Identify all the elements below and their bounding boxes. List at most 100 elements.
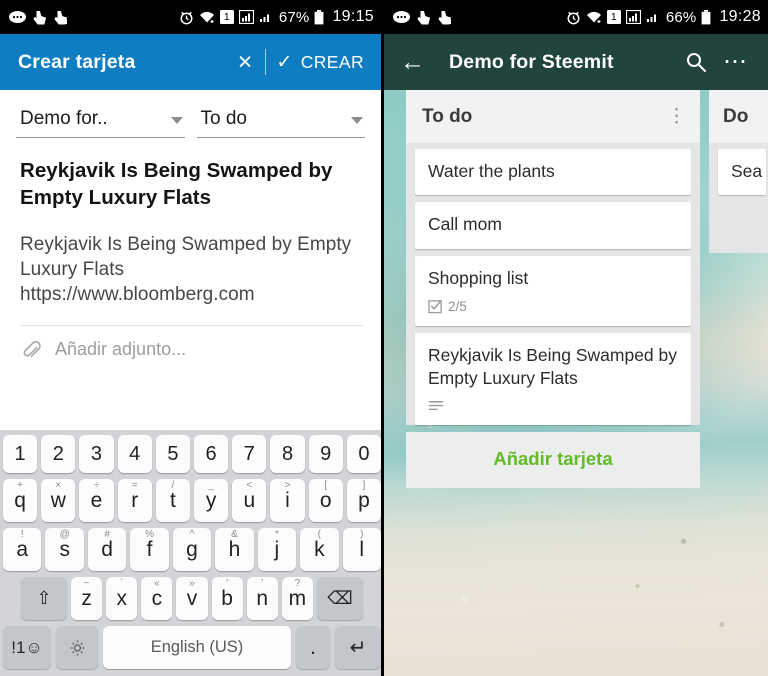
list-cards-container: Sea: [709, 143, 768, 253]
touch-pointer-icon: [417, 10, 431, 25]
key-b[interactable]: ' b: [211, 577, 243, 620]
list-cards-container: Water the plants Call mom Shopping list 2/5…: [406, 143, 700, 426]
key-x[interactable]: ` x: [106, 577, 138, 620]
key-superscript: &: [231, 529, 238, 540]
key-i[interactable]: > i: [270, 479, 305, 522]
symbols-key[interactable]: !1☺: [3, 626, 51, 669]
keyboard-number-row: 1 2 3 4 5 6 7 8 9 0: [2, 435, 381, 473]
description-lines-icon: [428, 399, 444, 413]
list-title: Do: [723, 105, 749, 127]
dual-phone-screenshot: 1 67% 19:15 Crear tarjeta × ✓ CREAR Demo…: [0, 0, 768, 676]
enter-key[interactable]: ↵: [335, 626, 381, 669]
key-superscript: ~: [83, 578, 90, 589]
key-l[interactable]: ) l: [342, 528, 381, 571]
key-label: w: [50, 488, 66, 512]
key-5[interactable]: 5: [155, 435, 190, 473]
key-d[interactable]: # d: [87, 528, 127, 571]
period-key[interactable]: .: [296, 626, 330, 669]
key-z[interactable]: ~ z: [71, 577, 103, 620]
key-superscript: ]: [362, 480, 366, 491]
keyboard-row-zxcv: ⇧ ~ z ` x «c» v ' b’ n? m ⌫: [3, 577, 381, 620]
key-superscript: =: [131, 480, 138, 491]
list-select[interactable]: To do: [196, 108, 365, 138]
key-j[interactable]: * j: [257, 528, 297, 571]
key-k[interactable]: (k: [300, 528, 339, 571]
back-arrow-icon[interactable]: ←: [400, 49, 429, 75]
key-superscript: »: [189, 578, 195, 589]
key-h[interactable]: & h: [215, 528, 254, 571]
key-superscript: %: [145, 529, 155, 540]
key-r[interactable]: = r: [117, 479, 152, 522]
key-p[interactable]: ] p: [346, 479, 381, 522]
key-label: 1: [14, 442, 26, 465]
key-label: q: [14, 488, 26, 512]
backspace-key[interactable]: ⌫: [317, 577, 363, 620]
card-badges: [428, 399, 678, 413]
key-9[interactable]: 9: [308, 435, 343, 473]
key-w[interactable]: × w: [41, 479, 76, 522]
list-title: To do: [422, 105, 473, 127]
board-lists-scroller[interactable]: To do ⋮ Water the plants Call mom Shopping…: [384, 90, 768, 676]
board-select[interactable]: Demo for..: [16, 108, 185, 138]
key-1[interactable]: 1: [2, 435, 38, 473]
list-select-value: To do: [200, 108, 247, 129]
key-e[interactable]: ÷ e: [79, 479, 114, 522]
signal-sim2-icon: [646, 10, 660, 24]
key-label: v: [186, 586, 198, 610]
key-a[interactable]: ! a: [3, 528, 42, 571]
key-label: s: [59, 537, 70, 561]
key-o[interactable]: [o: [308, 479, 343, 522]
shift-key[interactable]: ⇧: [21, 577, 67, 620]
overflow-menu-icon[interactable]: ⋯: [715, 49, 756, 74]
key-c[interactable]: «c: [141, 577, 173, 620]
key-label: i: [285, 488, 290, 512]
key-s[interactable]: @ s: [45, 528, 84, 571]
key-8[interactable]: 8: [270, 435, 305, 473]
key-n[interactable]: ’ n: [246, 577, 278, 620]
list-item[interactable]: Sea: [718, 149, 766, 196]
list-item[interactable]: Shopping list 2/5: [415, 255, 691, 326]
notification-count-badge: 1: [606, 10, 621, 24]
list-item[interactable]: Water the plants: [415, 149, 691, 196]
key-label: 3: [90, 442, 103, 465]
key-superscript: ?: [294, 578, 301, 589]
chevron-down-icon: [170, 117, 183, 124]
key-label: p: [358, 488, 370, 512]
space-key[interactable]: English (US): [103, 626, 291, 669]
signal-sim1-icon: [625, 9, 641, 25]
add-attachment-row[interactable]: Añadir adjunto...: [20, 324, 363, 374]
key-f[interactable]: % f: [130, 528, 169, 571]
key-6[interactable]: 6: [194, 435, 229, 473]
close-icon[interactable]: ×: [229, 49, 262, 75]
key-u[interactable]: < u: [232, 479, 267, 522]
key-7[interactable]: 7: [232, 435, 267, 473]
key-m[interactable]: ? m: [281, 577, 313, 620]
key-y[interactable]: _ y: [194, 479, 229, 522]
search-icon[interactable]: [677, 51, 715, 73]
key-label: 9: [320, 442, 332, 465]
key-0[interactable]: 0: [346, 435, 381, 473]
battery-icon: [314, 9, 324, 25]
key-q[interactable]: + q: [2, 479, 38, 522]
alarm-clock-icon: [566, 10, 581, 25]
add-card-button[interactable]: Añadir tarjeta: [406, 432, 700, 489]
key-v[interactable]: » v: [176, 577, 208, 620]
key-t[interactable]: / t: [155, 479, 190, 522]
key-superscript: @: [59, 529, 70, 540]
key-4[interactable]: 4: [117, 435, 152, 473]
key-label: k: [314, 537, 325, 561]
key-2[interactable]: 2: [41, 435, 76, 473]
left-status-bar: 1 67% 19:15: [0, 0, 381, 34]
key-g[interactable]: ^ g: [172, 528, 212, 571]
card-description-input[interactable]: Reykjavik Is Being Swamped by Empty Luxu…: [16, 212, 365, 308]
list-item[interactable]: Reykjavik Is Being Swamped by Empty Luxu…: [415, 332, 691, 426]
list-menu-icon[interactable]: ⋮: [667, 107, 686, 126]
gear-icon[interactable]: [56, 626, 98, 669]
status-right-icon-group: 1 67% 19:15: [179, 8, 374, 26]
key-label: c: [151, 586, 163, 610]
list-item[interactable]: Call mom: [415, 202, 691, 249]
key-3[interactable]: 3: [79, 435, 114, 473]
card-title-input[interactable]: Reykjavik Is Being Swamped by Empty Luxu…: [16, 138, 365, 212]
create-button[interactable]: ✓ CREAR: [276, 51, 367, 74]
key-label: 8: [281, 442, 294, 465]
